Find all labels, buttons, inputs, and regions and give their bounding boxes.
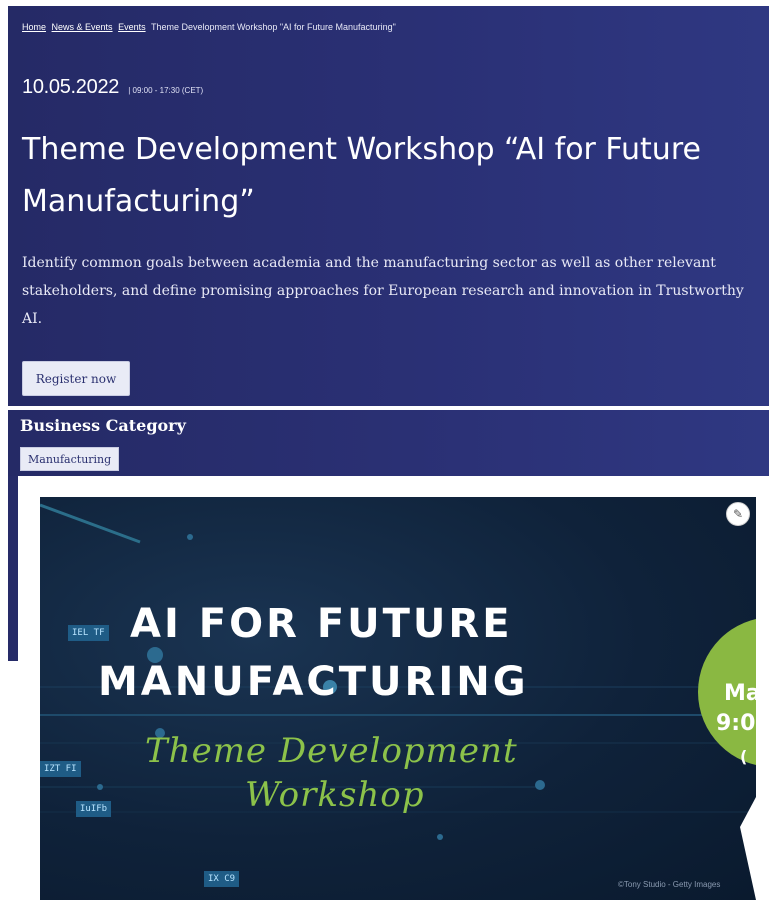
image-credit: ©Tony Studio - Getty Images	[618, 880, 721, 889]
pencil-icon[interactable]: ✎	[726, 502, 750, 526]
register-button[interactable]: Register now	[22, 361, 130, 396]
breadcrumb-current: Theme Development Workshop "AI for Futur…	[150, 22, 396, 32]
event-description: Identify common goals between academia a…	[22, 255, 744, 327]
event-date: 10.05.2022	[22, 76, 120, 98]
event-time: | 09:00 - 17:30 (CET)	[128, 86, 204, 95]
breadcrumb: Home News & Events Events Theme Developm…	[22, 22, 396, 32]
left-band-strip	[8, 476, 18, 661]
breadcrumb-home-link[interactable]: Home	[22, 22, 46, 32]
page-title: Theme Development Workshop “AI for Futur…	[22, 132, 701, 219]
event-date-line: 10.05.2022 | 09:00 - 17:30 (CET)	[22, 76, 203, 99]
event-hero: Home News & Events Events Theme Developm…	[8, 6, 769, 406]
breadcrumb-events-link[interactable]: Events	[118, 22, 146, 32]
banner-corner-cutout	[740, 797, 756, 900]
breadcrumb-news-events-link[interactable]: News & Events	[52, 22, 113, 32]
business-category-section: Business Category Manufacturing	[8, 410, 769, 476]
category-tag[interactable]: Manufacturing	[20, 447, 120, 471]
event-banner-image: IEL TF IZT FI IuIFb IX C9 AI FOR FUTURE …	[40, 497, 756, 900]
business-category-heading: Business Category	[20, 416, 186, 435]
